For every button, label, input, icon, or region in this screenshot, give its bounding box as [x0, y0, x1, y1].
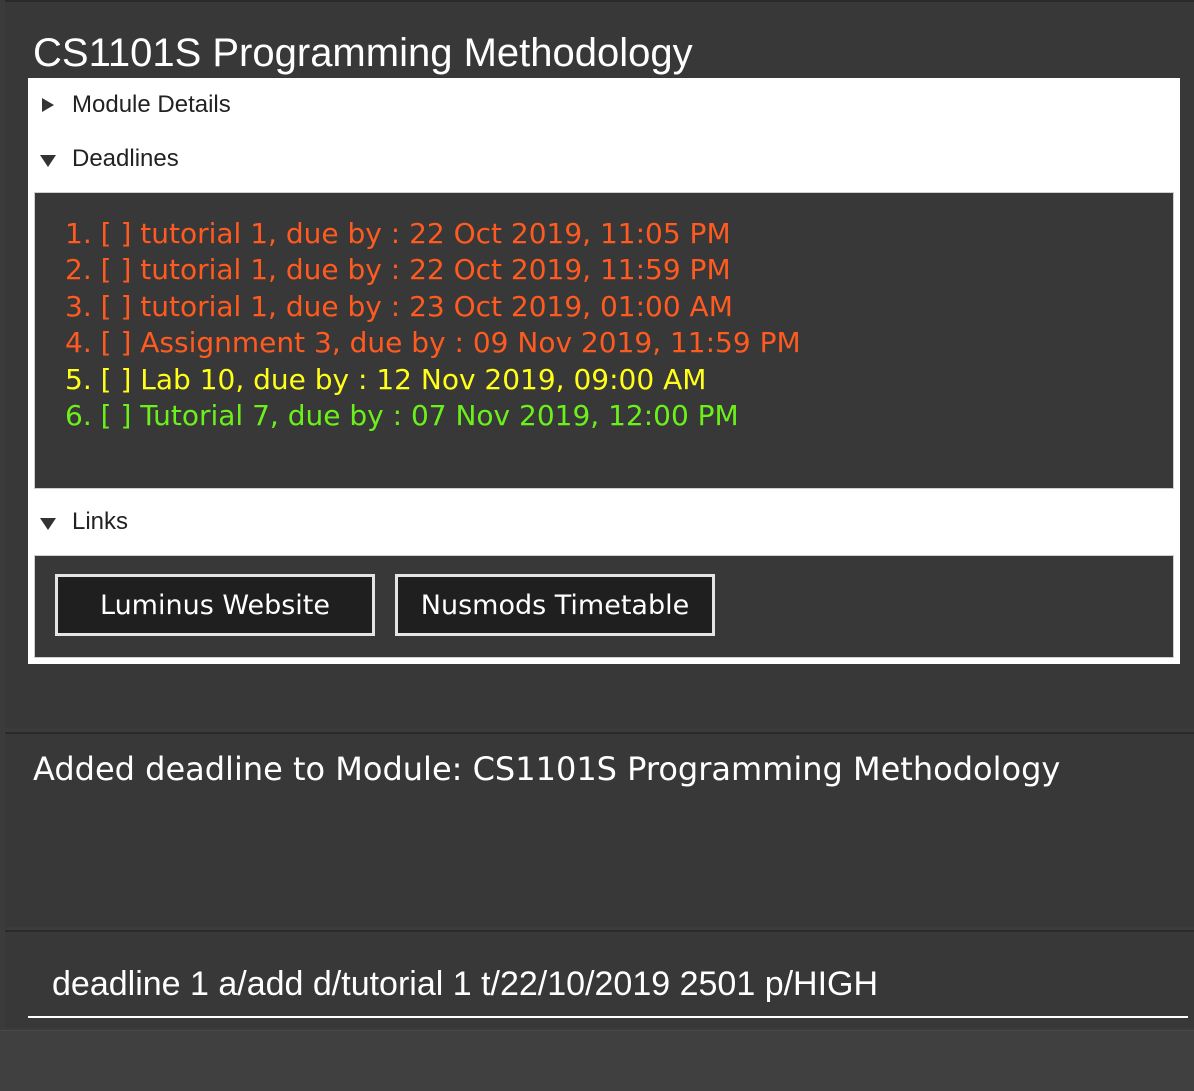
module-details-header[interactable]: Module Details	[28, 78, 1180, 132]
deadlines-content: 1. [ ] tutorial 1, due by : 22 Oct 2019,…	[28, 186, 1180, 495]
deadlines-header[interactable]: Deadlines	[28, 132, 1180, 186]
command-box	[5, 930, 1194, 1028]
chevron-down-icon	[40, 152, 56, 167]
result-display: Added deadline to Module: CS1101S Progra…	[5, 732, 1194, 927]
chevron-right-icon	[40, 98, 54, 112]
links-row: Luminus Website Nusmods Timetable	[34, 555, 1174, 636]
links-header[interactable]: Links	[28, 495, 1180, 549]
links-label: Links	[72, 508, 129, 535]
nusmods-timetable-button[interactable]: Nusmods Timetable	[395, 574, 715, 636]
links-content: Luminus Website Nusmods Timetable	[28, 549, 1180, 664]
deadlines-list-panel: 1. [ ] tutorial 1, due by : 22 Oct 2019,…	[31, 189, 1177, 492]
deadlines-section: Deadlines	[28, 132, 1180, 186]
app-window: CS1101S Programming Methodology Module D…	[0, 0, 1194, 1091]
links-panel: Luminus Website Nusmods Timetable	[31, 552, 1177, 661]
deadline-item: 5. [ ] Lab 10, due by : 12 Nov 2019, 09:…	[65, 362, 707, 396]
deadline-item: 4. [ ] Assignment 3, due by : 09 Nov 201…	[65, 326, 801, 360]
deadline-item: 1. [ ] tutorial 1, due by : 22 Oct 2019,…	[65, 217, 731, 250]
deadlines-label: Deadlines	[72, 145, 179, 172]
module-details-section: Module Details	[28, 78, 1180, 132]
status-bar	[0, 1030, 1194, 1091]
deadline-list: 1. [ ] tutorial 1, due by : 22 Oct 2019,…	[34, 192, 1174, 434]
module-details-label: Module Details	[72, 91, 231, 118]
module-title: CS1101S Programming Methodology	[33, 31, 693, 75]
deadline-item: 2. [ ] tutorial 1, due by : 22 Oct 2019,…	[65, 253, 731, 287]
deadline-item: 3. [ ] tutorial 1, due by : 23 Oct 2019,…	[65, 289, 733, 323]
result-message: Added deadline to Module: CS1101S Progra…	[33, 750, 1061, 788]
command-input[interactable]	[28, 952, 1188, 1018]
chevron-down-icon	[40, 515, 56, 530]
luminus-website-button[interactable]: Luminus Website	[55, 574, 375, 636]
links-section: Links	[28, 495, 1180, 549]
deadline-item: 6. [ ] Tutorial 7, due by : 07 Nov 2019,…	[65, 399, 739, 433]
